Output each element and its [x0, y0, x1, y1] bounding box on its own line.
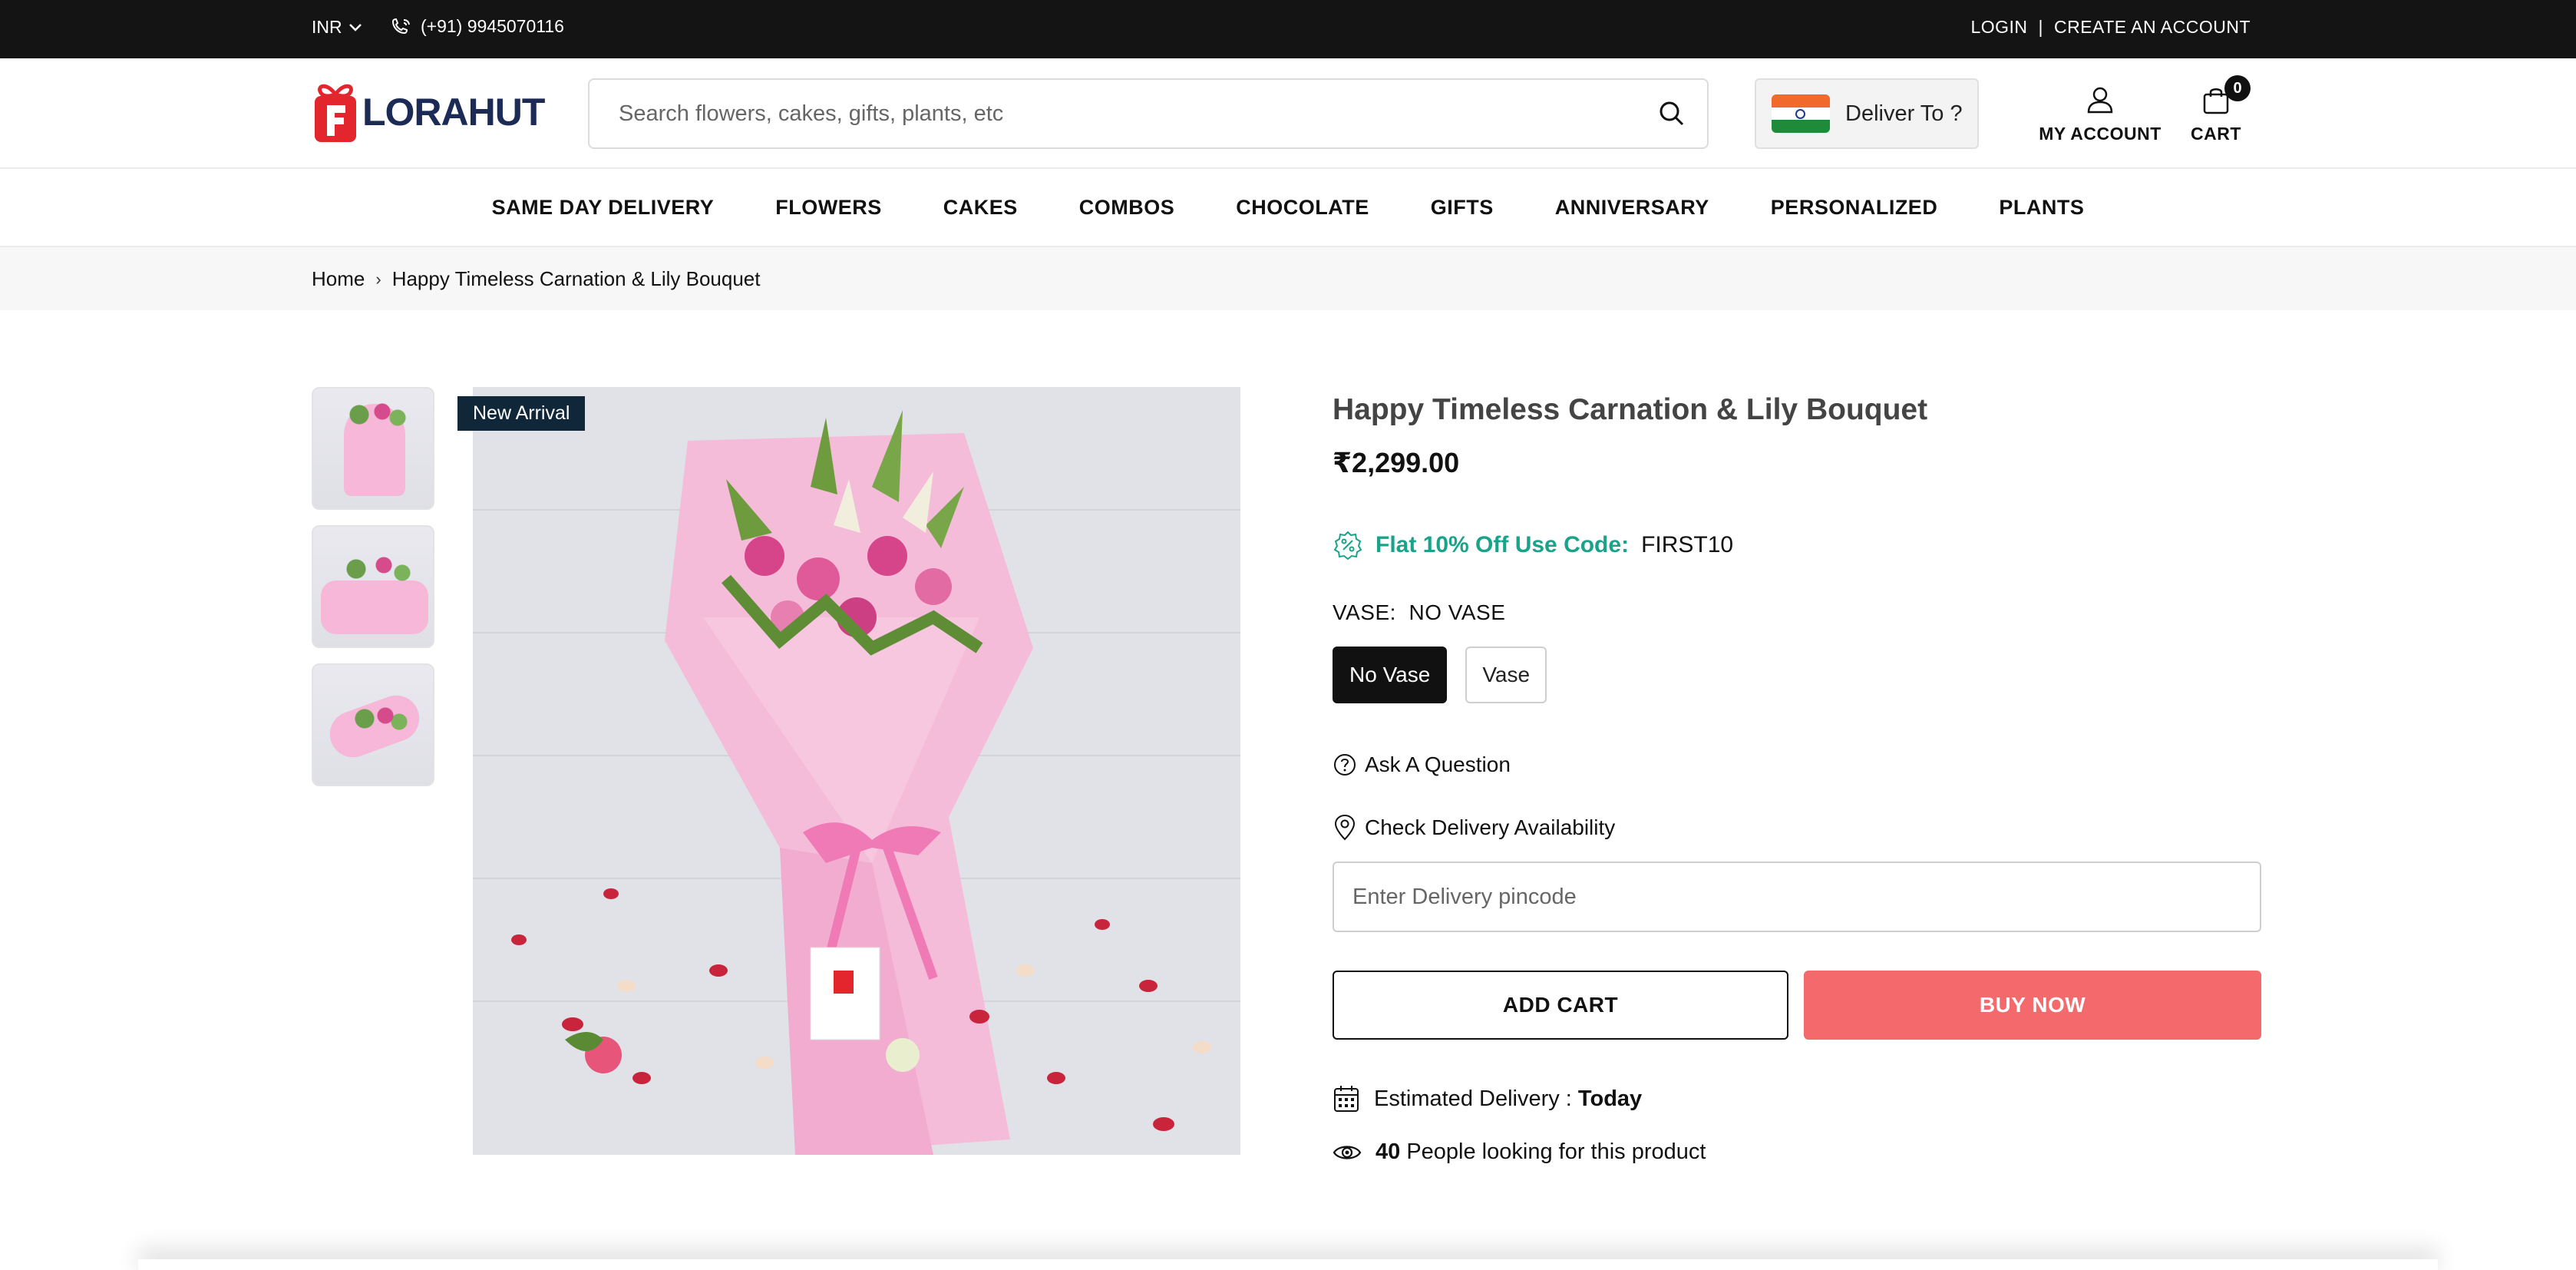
- nav-item-plants[interactable]: PLANTS: [1999, 196, 2084, 220]
- auth-separator: |: [2038, 17, 2043, 37]
- people-looking: 40 People looking for this product: [1333, 1139, 1706, 1165]
- cart-button[interactable]: 0 CART: [2189, 75, 2251, 144]
- new-arrival-badge: New Arrival: [457, 396, 586, 431]
- india-flag-icon: [1772, 94, 1830, 133]
- nav-item-cakes[interactable]: CAKES: [943, 196, 1018, 220]
- add-cart-button[interactable]: ADD CART: [1333, 971, 1788, 1040]
- vase-label: VASE: NO VASE: [1333, 600, 1505, 625]
- offer-banner: Flat 10% Off Use Code: FIRST10: [1333, 530, 1733, 561]
- pincode-field: [1333, 862, 2261, 932]
- top-bar: INR (+91) 9945070116 LOGIN | CREATE AN A…: [0, 0, 2576, 58]
- create-account-link[interactable]: CREATE AN ACCOUNT: [2054, 17, 2251, 38]
- nav-item-same-day-delivery[interactable]: SAME DAY DELIVERY: [492, 196, 715, 220]
- deliver-label: Deliver To ?: [1845, 101, 1963, 126]
- product-thumbnail-2[interactable]: [312, 525, 434, 648]
- cart-label: CART: [2191, 124, 2241, 144]
- account-label: MY ACCOUNT: [2039, 124, 2162, 144]
- search-input[interactable]: [619, 80, 1617, 147]
- logo[interactable]: LORAHUT: [312, 80, 545, 144]
- estimated-delivery-value: Today: [1577, 1086, 1643, 1111]
- product-main-image[interactable]: [473, 387, 1240, 1155]
- login-link[interactable]: LOGIN: [1970, 17, 2027, 38]
- phone-number: (+91) 9945070116: [421, 16, 564, 36]
- ask-question-label: Ask A Question: [1365, 752, 1511, 776]
- product-info: Happy Timeless Carnation & Lily Bouquet …: [1333, 387, 2261, 1164]
- ask-question-link[interactable]: Ask A Question: [1333, 752, 1511, 777]
- vase-option-vase[interactable]: Vase: [1465, 647, 1547, 703]
- breadcrumb-separator: ›: [375, 269, 381, 289]
- auth-links: LOGIN | CREATE AN ACCOUNT: [1970, 17, 2251, 38]
- estimated-delivery-label: Estimated Delivery :: [1374, 1086, 1572, 1111]
- vase-label-title: VASE:: [1333, 600, 1396, 624]
- check-delivery-label: Check Delivery Availability: [1365, 815, 1616, 839]
- product-price: ₹2,299.00: [1333, 447, 1460, 478]
- next-section-edge: [138, 1259, 2438, 1270]
- offer-code: FIRST10: [1641, 532, 1734, 557]
- vase-selected-value: NO VASE: [1409, 600, 1506, 624]
- breadcrumb-current: Happy Timeless Carnation & Lily Bouquet: [391, 267, 761, 290]
- nav-item-gifts[interactable]: GIFTS: [1431, 196, 1494, 220]
- bouquet-illustration: [473, 387, 1240, 1155]
- search-icon[interactable]: [1658, 100, 1686, 127]
- deliver-to-button[interactable]: Deliver To ?: [1755, 78, 1979, 149]
- eye-icon: [1333, 1145, 1362, 1159]
- my-account-button[interactable]: MY ACCOUNT: [2039, 84, 2162, 144]
- nav-item-chocolate[interactable]: CHOCOLATE: [1236, 196, 1369, 220]
- chevron-down-icon: [348, 23, 362, 31]
- discount-badge-icon: [1333, 531, 1362, 561]
- product-thumbnail-3[interactable]: [312, 663, 434, 786]
- calendar-icon: [1334, 1086, 1359, 1112]
- nav-item-anniversary[interactable]: ANNIVERSARY: [1555, 196, 1709, 220]
- nav-item-flowers[interactable]: FLOWERS: [775, 196, 882, 220]
- product-thumbnail-1[interactable]: [312, 387, 434, 510]
- estimated-delivery: Estimated Delivery : Today: [1333, 1084, 1642, 1113]
- nav-item-personalized[interactable]: PERSONALIZED: [1771, 196, 1938, 220]
- location-pin-icon: [1334, 814, 1356, 841]
- product-title: Happy Timeless Carnation & Lily Bouquet: [1333, 393, 1928, 426]
- question-circle-icon: [1334, 754, 1356, 776]
- looking-text: People looking for this product: [1406, 1139, 1706, 1164]
- buy-now-button[interactable]: BUY NOW: [1804, 971, 2261, 1040]
- currency-selector[interactable]: INR: [312, 17, 362, 38]
- phone-icon: [391, 18, 410, 34]
- offer-text: Flat 10% Off Use Code:: [1376, 532, 1630, 557]
- currency-label: INR: [312, 17, 342, 37]
- looking-count: 40: [1376, 1139, 1401, 1164]
- vase-options: No Vase Vase: [1333, 647, 1547, 703]
- search-bar: [588, 78, 1709, 149]
- cart-count-badge: 0: [2224, 75, 2251, 101]
- user-icon: [2087, 87, 2113, 114]
- site-header: LORAHUT Deliver To ? MY ACCOUNT 0 CART: [0, 58, 2576, 169]
- vase-option-no-vase[interactable]: No Vase: [1333, 647, 1448, 703]
- phone-contact[interactable]: (+91) 9945070116: [390, 16, 564, 37]
- logo-text: LORAHUT: [362, 91, 545, 134]
- gift-logo-icon: [315, 84, 356, 142]
- main-nav: SAME DAY DELIVERY FLOWERS CAKES COMBOS C…: [0, 169, 2576, 247]
- nav-item-combos[interactable]: COMBOS: [1079, 196, 1175, 220]
- check-delivery-section: Check Delivery Availability: [1333, 814, 1615, 842]
- breadcrumb-home[interactable]: Home: [312, 267, 365, 291]
- breadcrumb: Home › Happy Timeless Carnation & Lily B…: [0, 247, 2576, 310]
- pincode-input[interactable]: [1334, 863, 2260, 931]
